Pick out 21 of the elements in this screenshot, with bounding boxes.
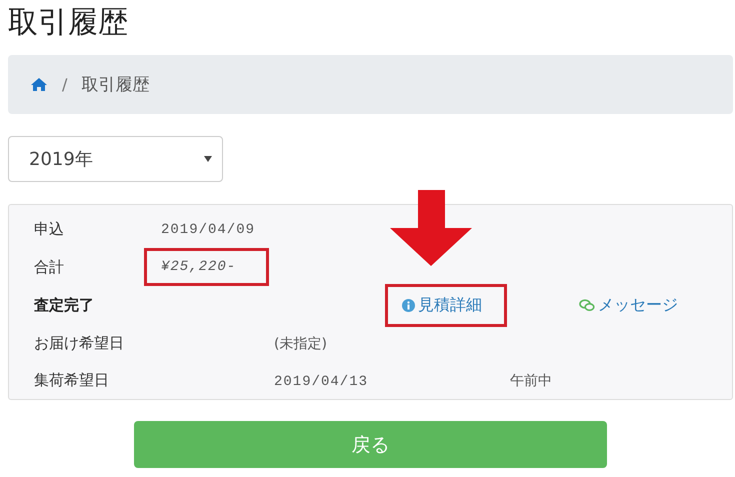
field-label: お届け希望日 — [34, 334, 125, 353]
home-icon[interactable] — [30, 77, 48, 92]
field-label: 申込 — [34, 220, 65, 239]
field-value: ¥25,220- — [161, 259, 236, 275]
info-icon — [402, 299, 415, 312]
status-label: 査定完了 — [34, 296, 95, 315]
field-label: 集荷希望日 — [34, 371, 110, 390]
field-label: 合計 — [34, 258, 65, 276]
estimate-link[interactable]: 見積詳細 — [402, 295, 482, 316]
field-value: 2019/04/13 — [274, 374, 368, 390]
chat-icon — [579, 299, 595, 312]
back-button[interactable]: 戻る — [134, 421, 607, 468]
breadcrumb-current: 取引履歴 — [81, 74, 150, 96]
message-link[interactable]: メッセージ — [579, 295, 678, 316]
time-slot: 午前中 — [510, 372, 552, 390]
year-select[interactable]: 2019年 — [8, 136, 223, 182]
breadcrumb-separator: / — [62, 75, 68, 94]
field-value: 2019/04/09 — [161, 222, 256, 238]
page-title: 取引履歴 — [8, 4, 129, 42]
field-value: (未指定) — [274, 334, 327, 352]
caret-icon — [204, 156, 212, 162]
